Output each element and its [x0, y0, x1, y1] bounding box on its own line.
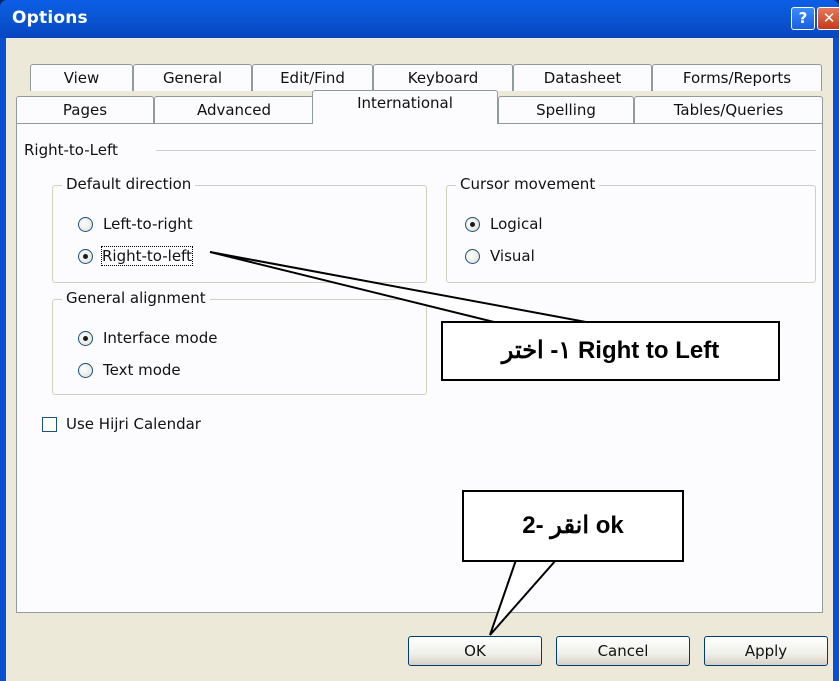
tab-international[interactable]: International [312, 90, 498, 124]
callout-pointer-step2 [489, 559, 559, 636]
callout-pointer-step1 [209, 251, 587, 323]
callout-step1: ١- اختر Right to Left [441, 321, 780, 381]
callout-step2: 2- انقر ok [462, 490, 684, 562]
